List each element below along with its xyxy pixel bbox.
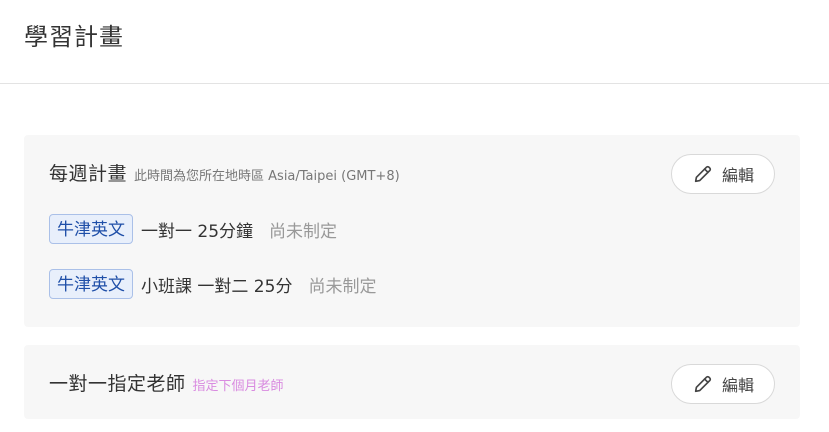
assigned-teacher-card: 一對一指定老師 指定下個月老師 編輯 [24, 345, 800, 419]
plan-name: 小班課 一對二 25分 [141, 276, 293, 297]
course-tag: 牛津英文 [49, 214, 133, 244]
weekly-plan-header: 每週計畫 此時間為您所在地時區 Asia/Taipei (GMT+8) [49, 159, 400, 186]
plan-row: 牛津英文 小班課 一對二 25分 尚未制定 [49, 269, 376, 299]
page-title: 學習計畫 [24, 23, 124, 51]
weekly-plan-card: 每週計畫 此時間為您所在地時區 Asia/Taipei (GMT+8) 編輯 牛… [24, 135, 800, 327]
plan-name: 一對一 25分鐘 [141, 221, 254, 242]
pencil-icon [694, 165, 712, 183]
page-header: 學習計畫 [0, 0, 829, 84]
weekly-plan-title: 每週計畫 [49, 163, 128, 185]
assigned-teacher-title: 一對一指定老師 [49, 373, 186, 395]
weekly-plan-edit-label: 編輯 [721, 166, 754, 185]
timezone-note: 此時間為您所在地時區 Asia/Taipei (GMT+8) [134, 169, 400, 184]
plan-row: 牛津英文 一對一 25分鐘 尚未制定 [49, 214, 337, 244]
plan-status: 尚未制定 [308, 276, 377, 297]
course-tag: 牛津英文 [49, 269, 133, 299]
assign-teacher-note: 指定下個月老師 [192, 379, 284, 394]
assigned-teacher-edit-button[interactable]: 編輯 [671, 364, 775, 404]
weekly-plan-edit-button[interactable]: 編輯 [671, 154, 775, 194]
plan-status: 尚未制定 [269, 221, 338, 242]
assigned-teacher-header: 一對一指定老師 指定下個月老師 [49, 369, 284, 396]
assigned-teacher-edit-label: 編輯 [721, 376, 754, 395]
pencil-icon [694, 375, 712, 393]
